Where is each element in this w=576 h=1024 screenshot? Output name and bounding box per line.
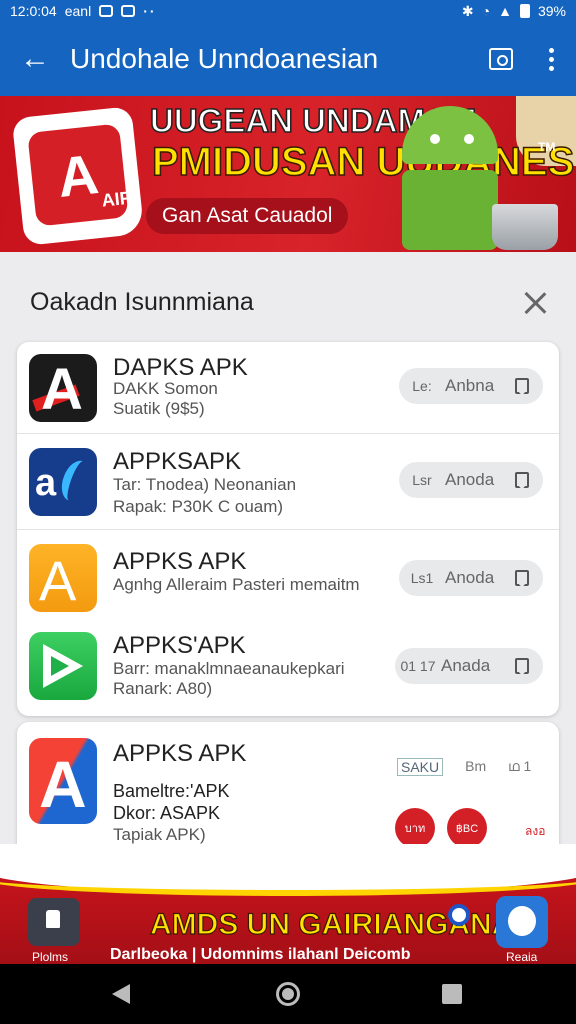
- featured-tag: Bm: [465, 758, 487, 774]
- battery-percent: 39%: [537, 3, 566, 19]
- app-line-1: Bameltre:'APK: [113, 781, 230, 801]
- more-vert-icon: [548, 47, 554, 71]
- system-nav-bar: [0, 964, 576, 1024]
- app-developer: Barr: manaklmnaeanaukepkari: [113, 659, 345, 678]
- app-list-card: A DAPKS APK DAKK Somon Suatik (9$5) Le: …: [17, 342, 559, 716]
- app-developer: Agnhg Alleraim Pasteri memaitm: [113, 575, 360, 594]
- bottom-promo-banner[interactable]: Plolms AMDS UN GAIRIANGANA Darlbeoka | U…: [0, 844, 576, 964]
- home-icon[interactable]: [28, 898, 80, 946]
- dialog-title: Oakadn Isunnmiana: [30, 288, 254, 316]
- app-line-2: Dkor: ASAPK: [113, 803, 221, 823]
- app-developer: DAKK Somon: [113, 379, 218, 398]
- list-item[interactable]: A DAPKS APK DAKK Somon Suatik (9$5) Le: …: [17, 342, 559, 434]
- featured-action-button[interactable]: ฿BC: [447, 808, 487, 848]
- app-meta: Suatik (9$5): [113, 399, 205, 418]
- bookmark-icon[interactable]: [515, 472, 529, 488]
- promo-right-label: Reaia: [506, 950, 538, 964]
- promo-left-label: Plolms: [32, 950, 69, 964]
- featured-tag: SAKU: [397, 758, 444, 776]
- promo-banner[interactable]: A AIF UUGEAN UNDAMAM PMIDUSAN UUDANESIA …: [0, 96, 576, 252]
- app-developer: Tar: Tnodea) Neonanian: [113, 475, 297, 494]
- action-count: Le:: [412, 378, 432, 394]
- list-item[interactable]: A APPKS APK Agnhg Alleraim Pasteri memai…: [17, 530, 559, 618]
- close-icon[interactable]: [520, 288, 550, 318]
- more-notifications-icon: ··: [143, 3, 157, 19]
- app-name: APPKS'APK: [113, 632, 246, 659]
- status-time: 12:0:04: [10, 3, 57, 19]
- featured-tags: SAKU Bm ഥ 1: [397, 758, 531, 776]
- install-button[interactable]: Ls1 Anoda: [399, 560, 543, 596]
- a-red-icon: A: [29, 354, 97, 422]
- a-featured-icon: A: [29, 738, 97, 824]
- install-button[interactable]: Lsr Anoda: [399, 462, 543, 498]
- bluetooth-icon: ✱: [461, 2, 474, 19]
- action-count: Ls1: [410, 570, 434, 586]
- install-button[interactable]: Le: Anbna: [399, 368, 543, 404]
- signal-icon: ▲: [498, 3, 512, 19]
- screenshot-button[interactable]: [476, 22, 526, 96]
- featured-tag: ഥ 1: [508, 758, 532, 774]
- featured-action-button[interactable]: บาท: [395, 808, 435, 848]
- list-item[interactable]: a APPKSAPK Tar: Tnodea) Neonanian Rapak:…: [17, 434, 559, 530]
- bookmark-icon[interactable]: [515, 658, 529, 674]
- notification-icon: [99, 5, 114, 17]
- action-label: Anbna: [445, 376, 495, 395]
- status-carrier: eanl: [64, 3, 92, 19]
- bookmark-icon[interactable]: [515, 378, 529, 394]
- app-line-3: Tapiak APK): [113, 825, 206, 844]
- dialog-header: Oakadn Isunnmiana: [0, 252, 576, 342]
- mascot-icon[interactable]: [496, 896, 548, 948]
- overflow-menu-button[interactable]: [526, 22, 576, 96]
- ax-blue-icon: a: [29, 448, 97, 516]
- ball-icon: [448, 904, 470, 926]
- nav-recents-icon[interactable]: [442, 984, 462, 1004]
- status-bar: 12:0:04 eanl ·· ✱ ◔ ▲ 39%: [0, 0, 576, 22]
- cup-image: [492, 204, 558, 250]
- action-count: 01 17: [400, 658, 436, 674]
- action-label: Anada: [441, 656, 491, 675]
- list-item[interactable]: APPKS'APK Barr: manaklmnaeanaukepkari Ra…: [17, 618, 559, 714]
- trademark-mark: TM: [538, 140, 556, 154]
- battery-icon: [519, 4, 530, 18]
- install-button[interactable]: 01 17 Anada: [395, 648, 543, 684]
- app-bar: ← Undohale Unndoanesian: [0, 22, 576, 96]
- action-label: Anoda: [445, 470, 495, 489]
- bookmark-icon[interactable]: [515, 570, 529, 586]
- promo-subtitle: Darlbeoka | Udomnims ilahanl Deicomb: [110, 946, 411, 963]
- wifi-icon: ◔: [481, 3, 491, 19]
- featured-action-label[interactable]: ลงอ: [525, 822, 545, 841]
- action-label: Anoda: [445, 568, 495, 587]
- page-title: Undohale Unndoanesian: [70, 43, 379, 74]
- app-name: APPKS APK: [113, 548, 247, 575]
- nav-home-icon[interactable]: [276, 982, 300, 1006]
- action-count: Lsr: [412, 472, 432, 488]
- app-name: APPKSAPK: [113, 448, 242, 475]
- image-icon: [121, 5, 136, 17]
- banner-cta-button[interactable]: Gan Asat Cauadol: [146, 198, 349, 234]
- camera-icon: [489, 48, 513, 70]
- brand-logo: A AIF: [11, 106, 145, 246]
- a-orange-icon: A: [29, 544, 97, 612]
- back-arrow-icon[interactable]: ←: [0, 22, 70, 96]
- app-name: APPKS APK: [113, 740, 247, 767]
- play-green-icon: [29, 632, 97, 700]
- app-meta: Rapak: P30K C ouam): [113, 497, 284, 516]
- nav-back-icon[interactable]: [112, 984, 130, 1004]
- app-meta: Ranark: A80): [113, 679, 213, 698]
